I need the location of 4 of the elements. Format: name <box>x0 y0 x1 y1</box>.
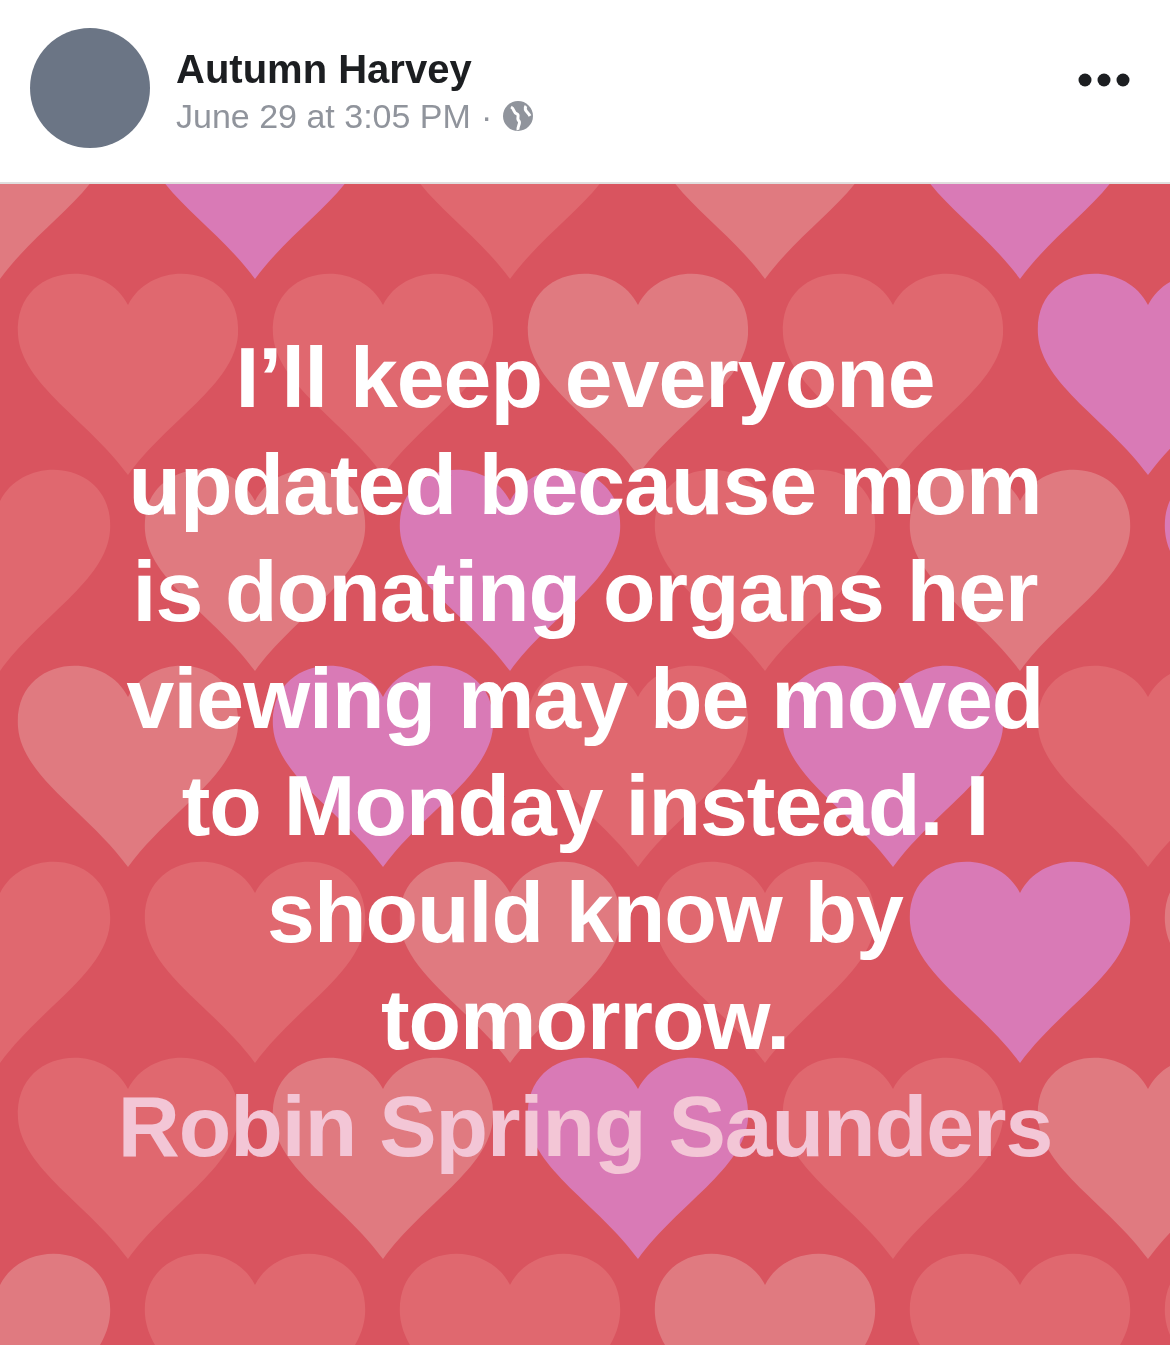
post-timestamp[interactable]: June 29 at 3:05 PM <box>176 94 471 138</box>
author-name[interactable]: Autumn Harvey <box>176 44 535 94</box>
meta-separator: · <box>480 96 493 137</box>
more-options-icon <box>1078 73 1130 87</box>
